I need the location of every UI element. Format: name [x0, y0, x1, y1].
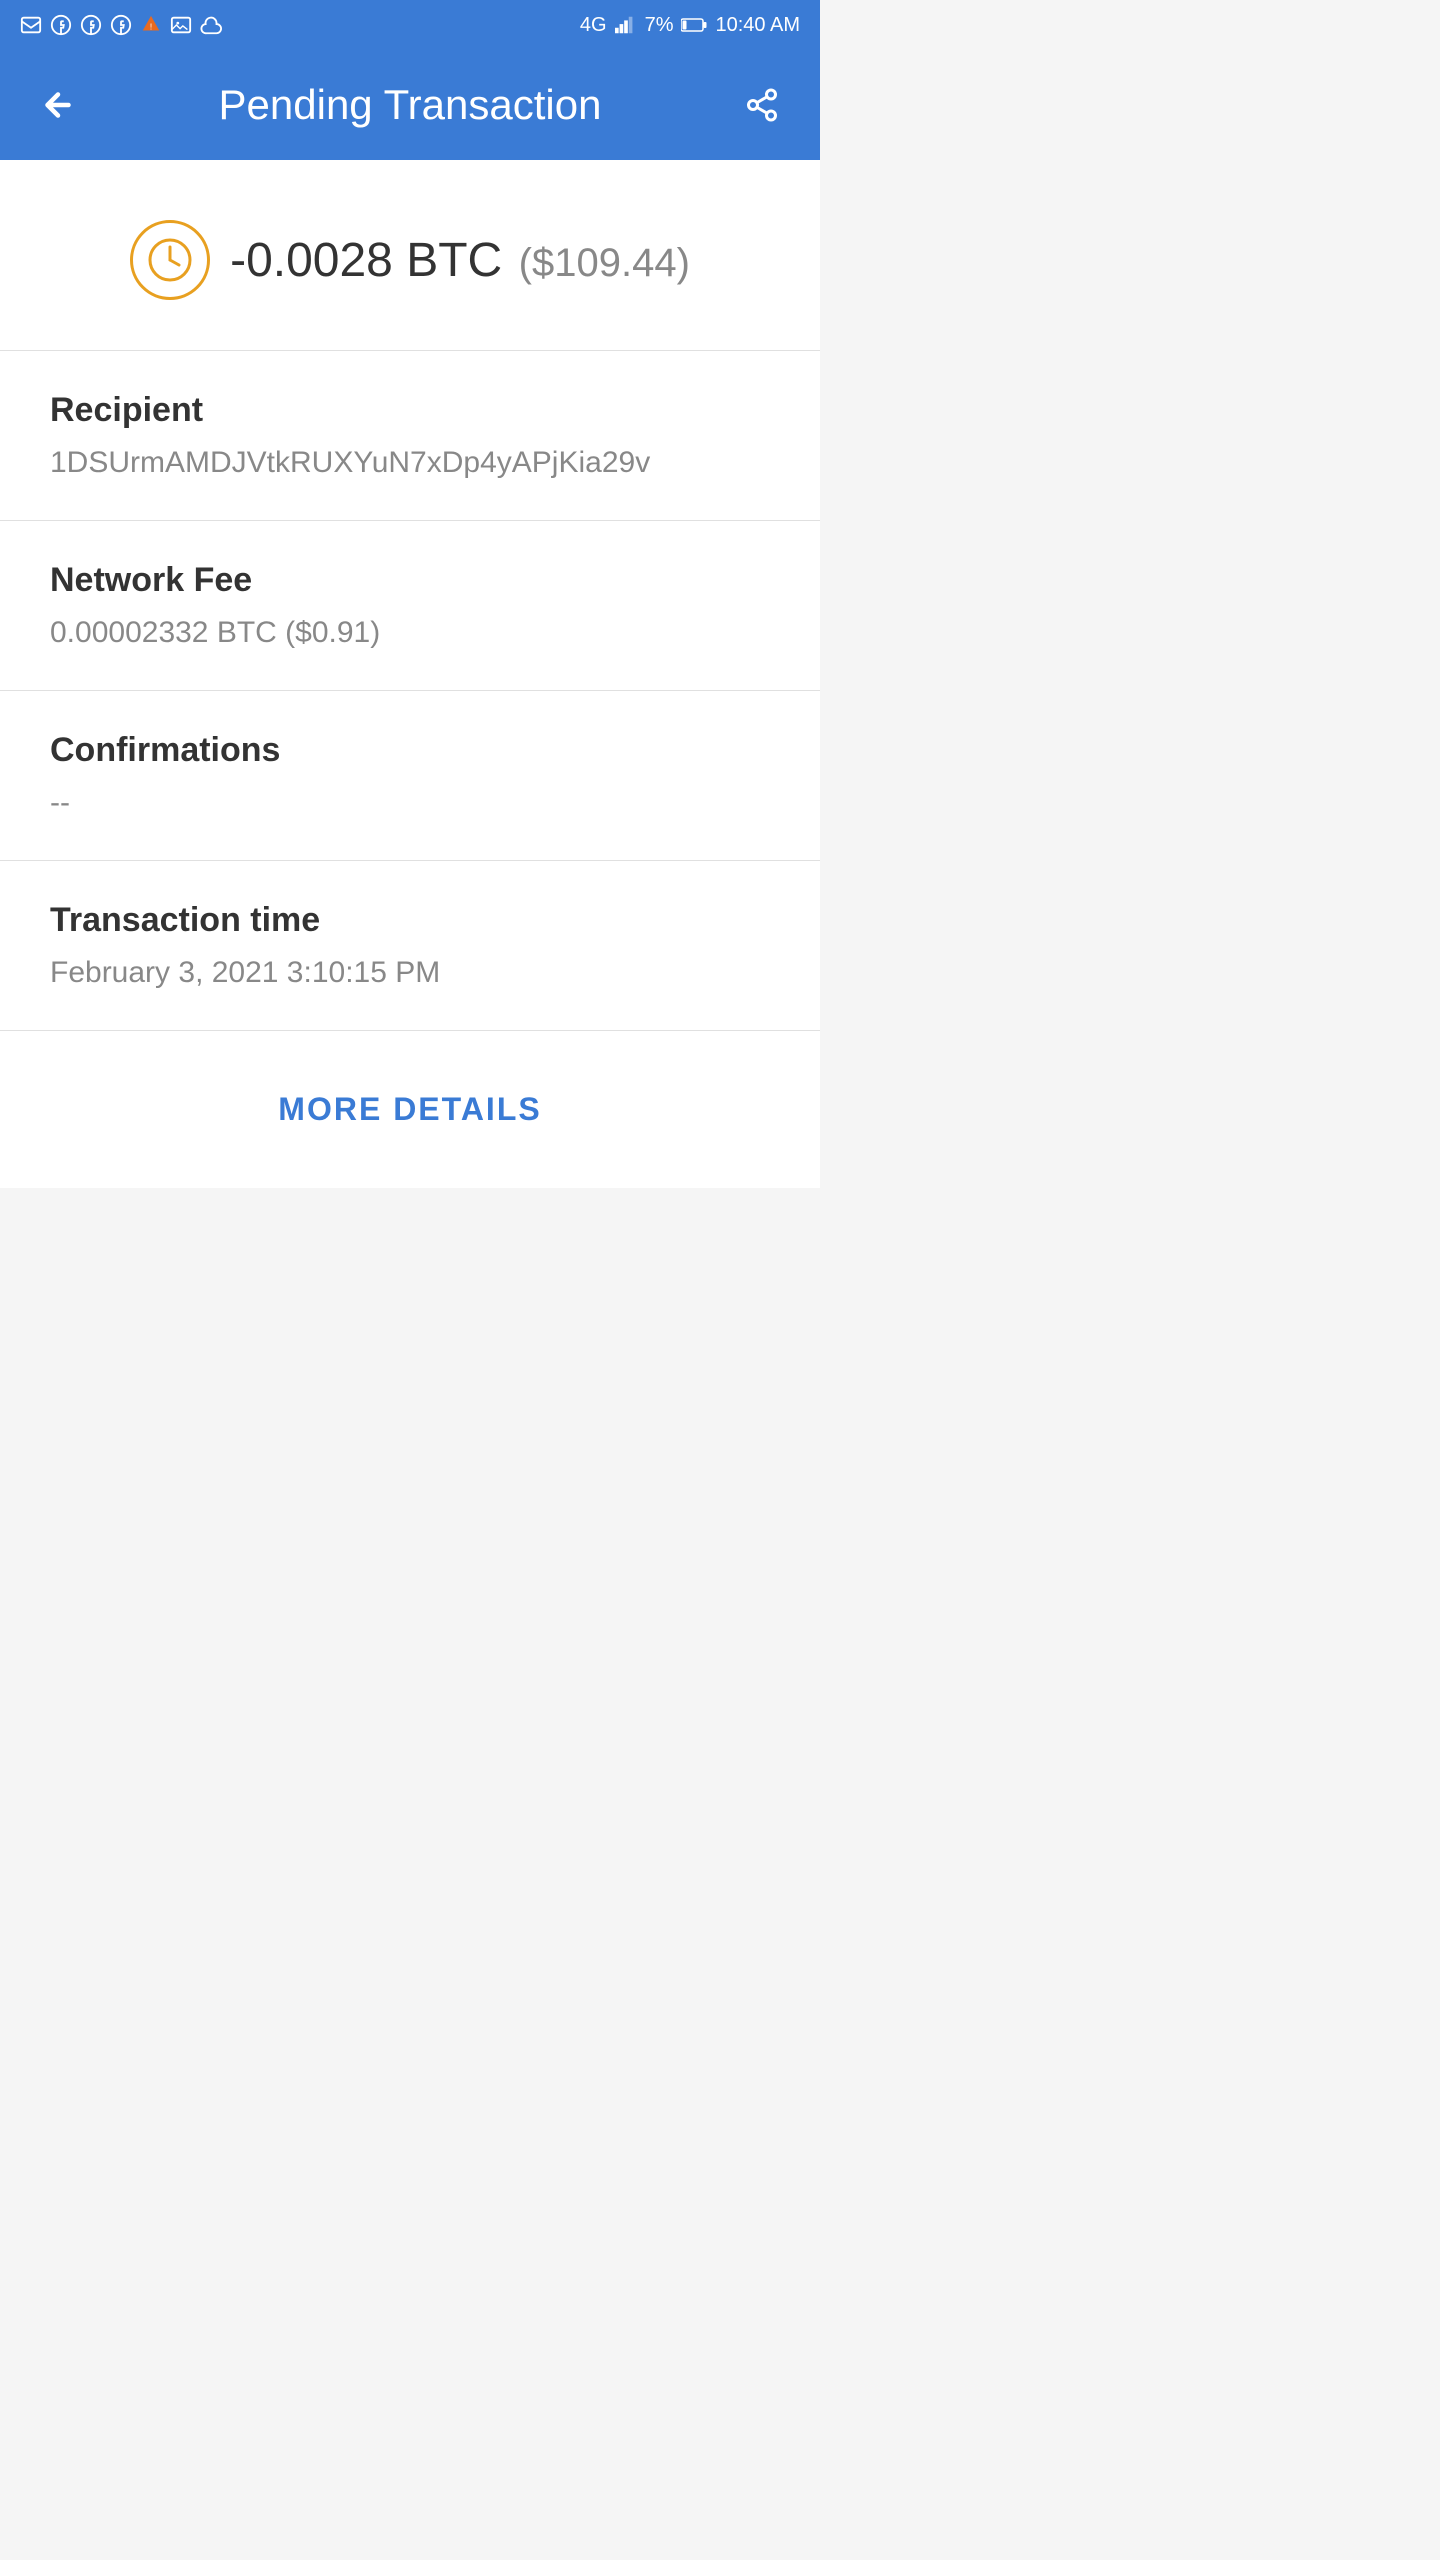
battery-label: 7%	[645, 14, 674, 37]
main-content: -0.0028 BTC ($109.44) Recipient 1DSUrmAM…	[0, 160, 820, 1188]
more-details-button[interactable]: MORE DETAILS	[278, 1091, 541, 1128]
back-button[interactable]	[30, 77, 86, 133]
battery-icon	[681, 17, 707, 33]
transaction-time-row: Transaction time February 3, 2021 3:10:1…	[0, 861, 820, 1031]
cloud-icon	[200, 14, 222, 36]
image-icon	[170, 14, 192, 36]
recipient-value: 1DSUrmAMDJVtkRUXYuN7xDp4yAPjKia29v	[50, 446, 770, 480]
transaction-time-value: February 3, 2021 3:10:15 PM	[50, 956, 770, 990]
signal-icon	[615, 16, 637, 34]
svg-text:!: !	[150, 23, 152, 32]
share-button[interactable]	[734, 77, 790, 133]
back-arrow-icon	[40, 87, 76, 123]
transaction-time-label: Transaction time	[50, 901, 770, 940]
pending-clock-icon	[130, 220, 210, 300]
facebook-icon-1	[50, 14, 72, 36]
time-label: 10:40 AM	[715, 14, 800, 37]
network-fee-value: 0.00002332 BTC ($0.91)	[50, 616, 770, 650]
network-fee-label: Network Fee	[50, 561, 770, 600]
app-bar: Pending Transaction	[0, 50, 820, 160]
alert-icon: !	[140, 14, 162, 36]
network-label: 4G	[580, 14, 607, 37]
amount-section: -0.0028 BTC ($109.44)	[0, 160, 820, 351]
network-fee-row: Network Fee 0.00002332 BTC ($0.91)	[0, 521, 820, 691]
amount-btc: -0.0028 BTC	[230, 234, 502, 287]
share-icon	[744, 87, 780, 123]
confirmations-label: Confirmations	[50, 731, 770, 770]
facebook-icon-2	[80, 14, 102, 36]
message-icon	[20, 14, 42, 36]
recipient-label: Recipient	[50, 391, 770, 430]
confirmations-row: Confirmations --	[0, 691, 820, 861]
page-title: Pending Transaction	[219, 81, 602, 129]
status-bar-left: !	[20, 14, 222, 36]
more-details-section: MORE DETAILS	[0, 1031, 820, 1188]
confirmations-value: --	[50, 786, 770, 820]
amount-container: -0.0028 BTC ($109.44)	[230, 233, 690, 288]
facebook-icon-3	[110, 14, 132, 36]
amount-fiat: ($109.44)	[519, 241, 690, 285]
recipient-row: Recipient 1DSUrmAMDJVtkRUXYuN7xDp4yAPjKi…	[0, 351, 820, 521]
status-bar: ! 4G 7% 10:40 AM	[0, 0, 820, 50]
status-bar-right: 4G 7% 10:40 AM	[580, 14, 800, 37]
